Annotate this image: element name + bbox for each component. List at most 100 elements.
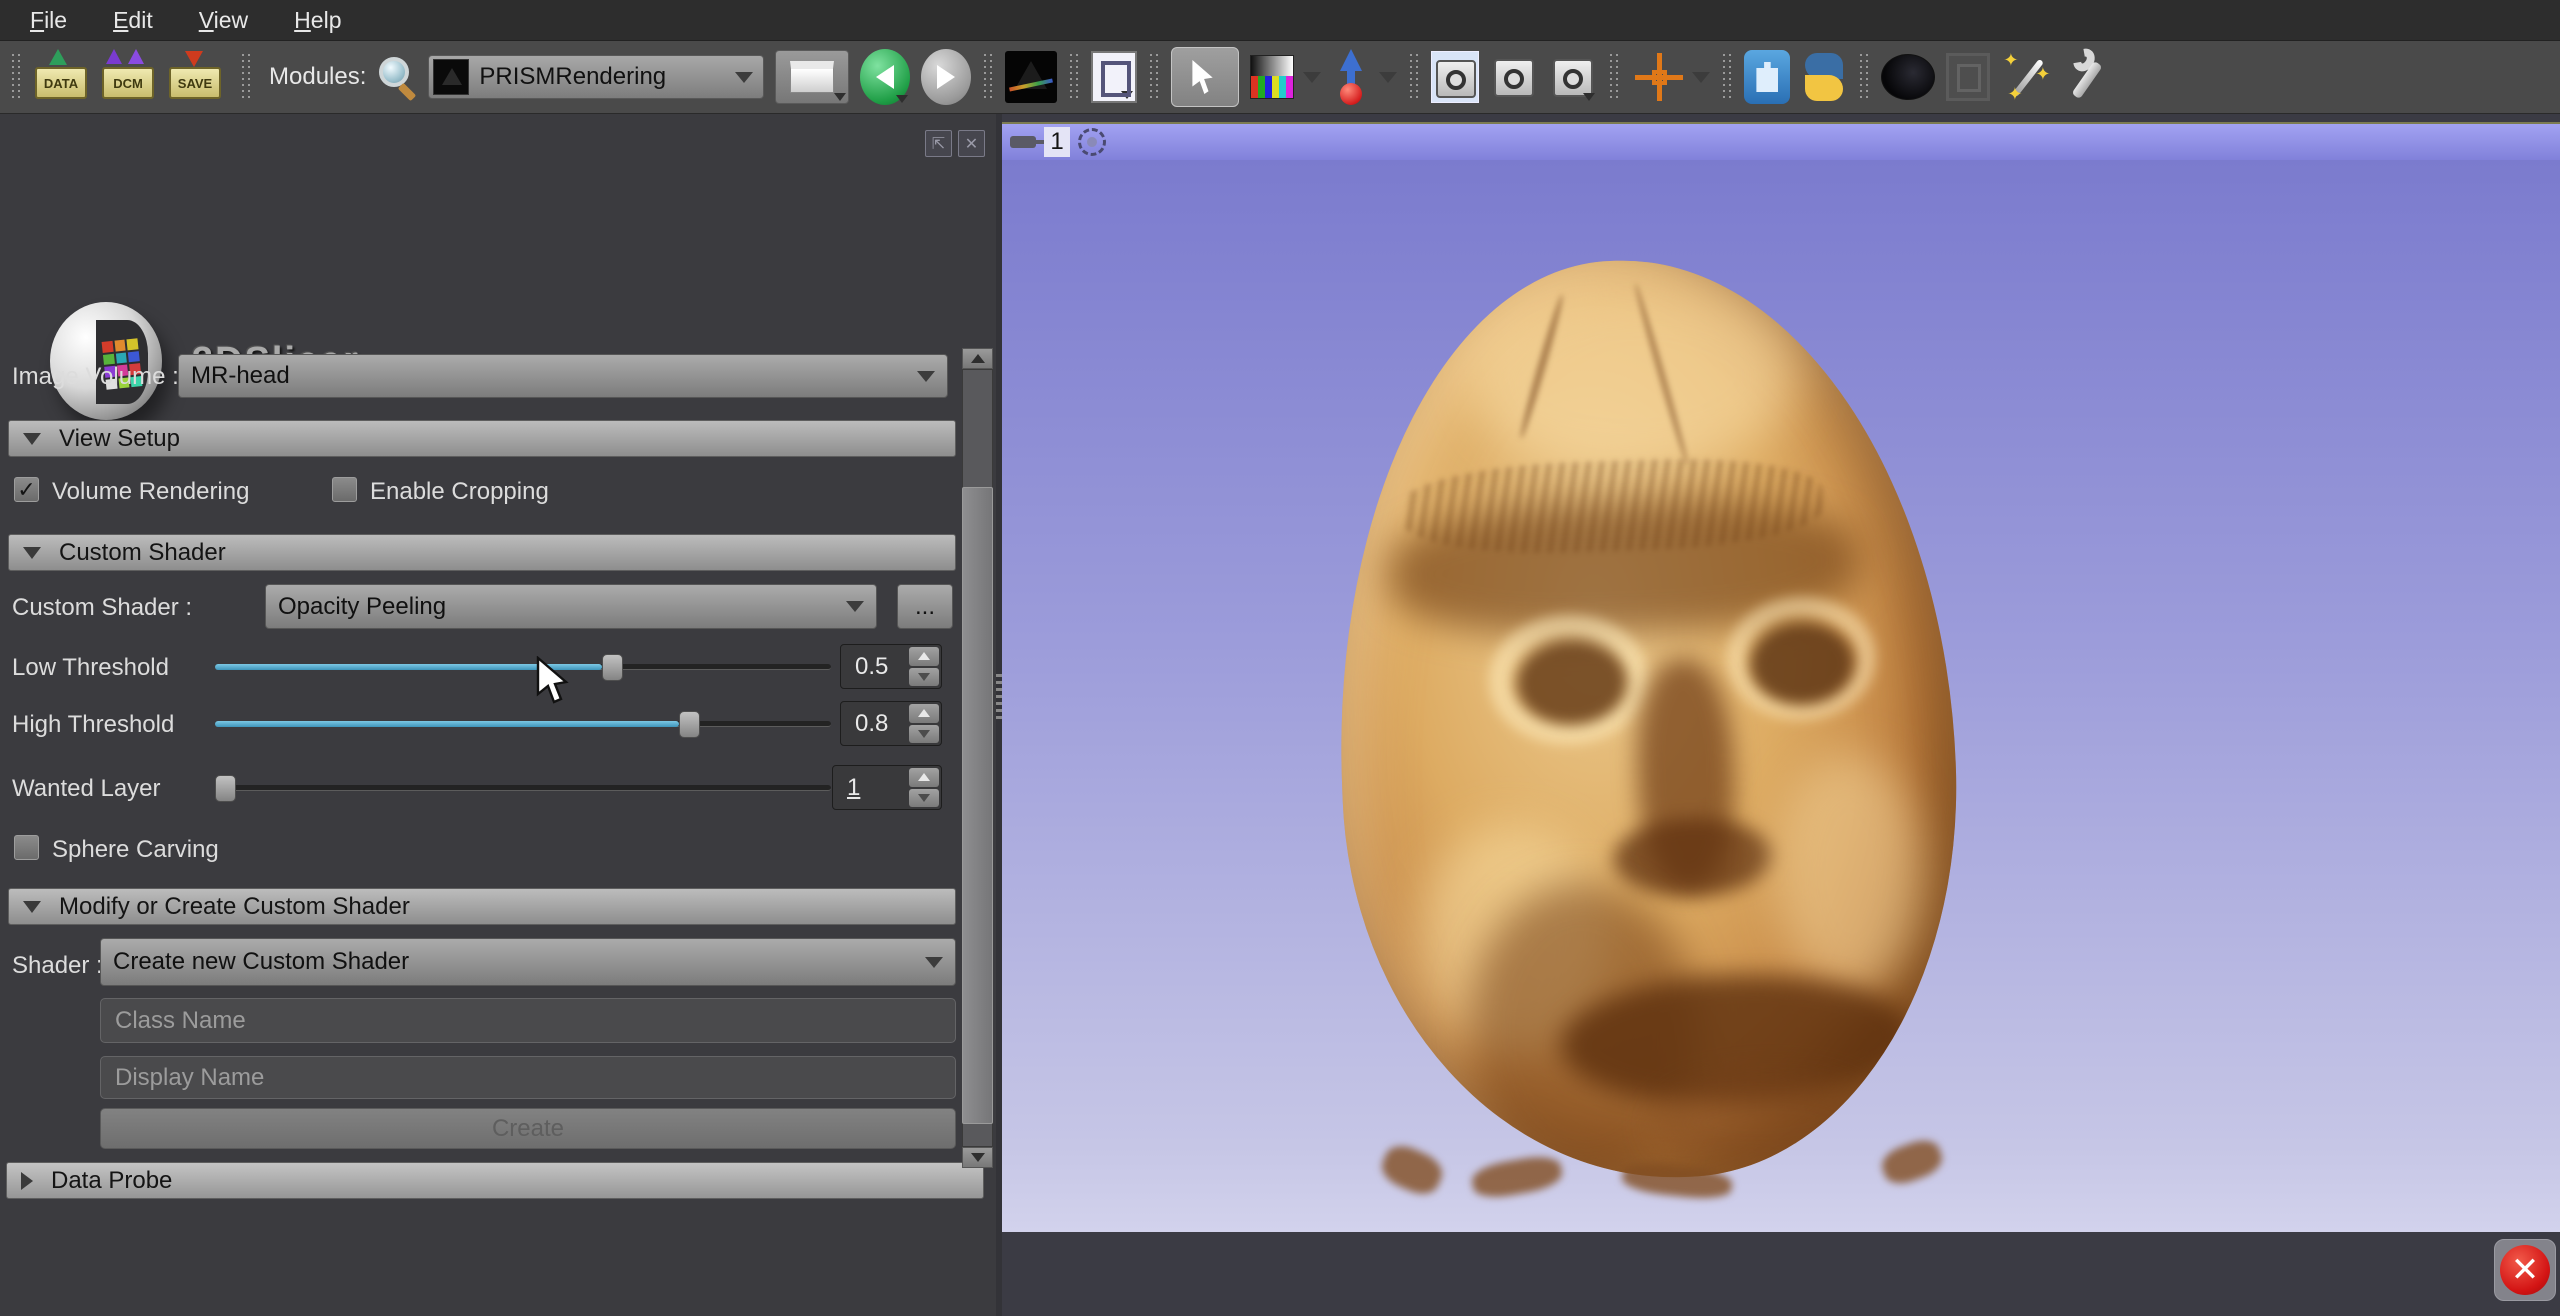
load-dicom-icon[interactable]: DCM [100,53,156,101]
back-button[interactable] [860,49,910,105]
custom-shader-header[interactable]: Custom Shader [8,534,956,571]
toolbar-separator [1408,52,1420,102]
scrollbar-thumb[interactable] [962,487,993,1124]
main-toolbar: DATA DCM SAVE Modules: PRISMRendering [0,41,2560,114]
low-threshold-value[interactable]: 0.5 [841,645,907,688]
chevron-down-icon [846,601,864,612]
modify-create-shader-header[interactable]: Modify or Create Custom Shader [8,888,956,925]
collapse-triangle-icon [23,433,41,445]
load-data-icon[interactable]: DATA [33,53,89,101]
toolbar-separator [240,52,252,102]
threeD-viewport[interactable]: 1 [1002,122,2560,1230]
place-fiducial-button[interactable] [1332,49,1372,105]
display-name-placeholder: Display Name [115,1064,264,1092]
sphere-carving-checkbox[interactable] [14,835,39,860]
toolbar-separator [1858,52,1870,102]
spin-up-icon[interactable] [909,704,939,723]
shader-value: Create new Custom Shader [113,948,925,976]
chevron-down-icon[interactable] [1303,72,1321,83]
extensions-manager-icon[interactable] [1744,50,1790,104]
image-volume-combobox[interactable]: MR-head [178,354,948,398]
display-name-input[interactable]: Display Name [100,1056,956,1099]
slider-handle[interactable] [602,654,623,681]
capture-screenshot-button[interactable] [1431,51,1479,103]
spin-down-icon[interactable] [909,789,939,808]
modules-combobox[interactable]: PRISMRendering [428,55,764,99]
chevron-down-icon [917,371,935,382]
data-probe-header[interactable]: Data Probe [6,1162,984,1199]
volume-render-canvas[interactable] [1002,160,2560,1232]
capture-sequence-button[interactable] [1549,51,1597,103]
wanted-layer-spinbox[interactable]: 1 [832,765,942,810]
wrench-icon[interactable] [2064,50,2108,104]
spin-up-icon[interactable] [909,768,939,787]
menu-edit[interactable]: Edit [113,7,153,34]
shader-combobox[interactable]: Create new Custom Shader [100,938,956,986]
high-threshold-slider[interactable] [215,707,831,741]
menu-help[interactable]: Help [294,7,341,34]
custom-shader-combobox[interactable]: Opacity Peeling [265,584,877,629]
mr-head-volume-rendering [1324,250,1970,1189]
layout-select-button[interactable] [775,50,849,104]
scroll-up-button[interactable] [962,348,993,369]
layout-icon [790,61,834,93]
collapse-triangle-icon [23,901,41,913]
forward-arrow-icon [937,65,955,89]
close-icon: ✕ [2500,1245,2550,1295]
chevron-down-icon[interactable] [1692,72,1710,83]
class-name-input[interactable]: Class Name [100,998,956,1043]
view-setup-header[interactable]: View Setup [8,420,956,457]
expand-triangle-icon [21,1172,33,1190]
menu-view[interactable]: View [199,7,248,34]
capture-video-button[interactable] [1490,51,1538,103]
magic-wand-icon[interactable]: ✦ ✦ ✦ [2001,50,2053,104]
image-volume-label: Image Volume : [12,363,179,391]
crosshair-icon [1652,70,1667,85]
screenshot-layout-button[interactable] [1091,51,1137,103]
scroll-down-button[interactable] [962,1147,993,1168]
spin-up-icon[interactable] [909,647,939,666]
green-up-arrow-icon [49,49,67,65]
wanted-layer-value[interactable]: 1 [833,766,907,809]
toolbar-separator [982,52,994,102]
prism-module-thumb-icon [433,59,469,95]
view-controls-icon[interactable] [1078,128,1106,156]
colors-button[interactable] [1250,55,1294,99]
crosshair-button[interactable] [1631,49,1687,105]
python-console-icon[interactable] [1801,51,1847,103]
close-panel-icon[interactable]: ✕ [958,130,985,157]
chevron-down-icon[interactable] [1379,72,1397,83]
enable-cropping-checkbox[interactable] [332,477,357,502]
eclipse-icon[interactable] [1881,54,1935,100]
high-threshold-value[interactable]: 0.8 [841,702,907,745]
wanted-layer-slider[interactable] [215,771,831,805]
panel-scrollbar[interactable] [962,348,993,1168]
create-button[interactable]: Create [100,1108,956,1149]
enable-cropping-label: Enable Cropping [370,478,549,506]
save-data-icon[interactable]: SAVE [167,53,223,101]
image-volume-value: MR-head [191,362,917,390]
shader-more-button[interactable]: ... [897,584,953,629]
mouse-interaction-mode-button[interactable] [1171,47,1239,107]
spin-down-icon[interactable] [909,725,939,744]
volume-rendering-checkbox[interactable] [14,477,39,502]
spin-down-icon[interactable] [909,668,939,687]
chevron-down-icon [834,93,846,101]
forward-button[interactable] [921,49,971,105]
slider-handle[interactable] [679,711,700,738]
low-threshold-spinbox[interactable]: 0.5 [840,644,942,689]
error-notification-button[interactable]: ✕ [2494,1239,2556,1301]
module-search-icon[interactable] [377,55,417,99]
chevron-down-icon [925,957,943,968]
slider-handle[interactable] [215,775,236,802]
low-threshold-slider[interactable] [215,650,831,684]
wanted-layer-label: Wanted Layer [12,775,161,803]
window-icon[interactable] [1946,53,1990,101]
prism-module-icon[interactable] [1005,51,1057,103]
toolbar-separator [1721,52,1733,102]
high-threshold-spinbox[interactable]: 0.8 [840,701,942,746]
pin-icon[interactable] [1010,136,1036,148]
undock-panel-icon[interactable]: ⇱ [925,130,952,157]
toolbar-grip[interactable] [10,52,22,102]
menu-file[interactable]: File [30,7,67,34]
